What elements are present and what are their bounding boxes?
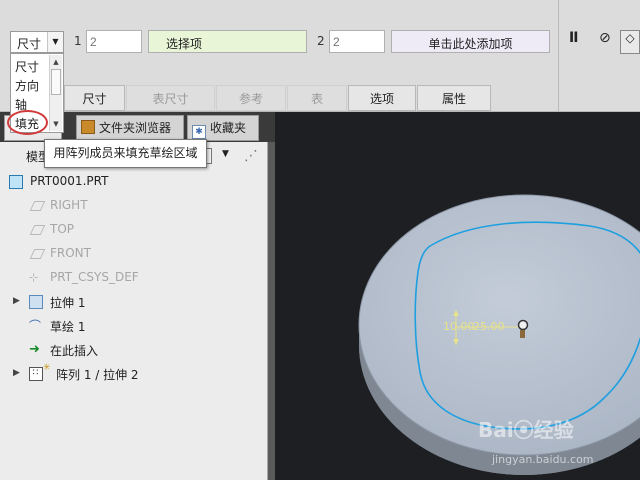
dropdown-scrollbar[interactable]: ▲ ▼ xyxy=(49,55,62,131)
tree-item-label: 拉伸 1 xyxy=(50,296,86,310)
pause-icon[interactable]: II xyxy=(569,30,578,46)
tree-settings-icon[interactable]: ⋰ xyxy=(244,148,264,166)
tree-item-front[interactable]: FRONT xyxy=(0,243,268,265)
scroll-down-icon[interactable]: ▼ xyxy=(50,118,62,130)
fill-option-tooltip: 用阵列成员来填充草绘区域 xyxy=(44,139,207,168)
pattern-type-value: 尺寸 xyxy=(17,37,42,51)
sketch-icon: ⌒ xyxy=(29,319,42,333)
dir1-count-input[interactable] xyxy=(86,30,142,53)
tree-item-csys[interactable]: ⊹ PRT_CSYS_DEF xyxy=(0,267,268,289)
csys-icon: ⊹ xyxy=(29,271,39,284)
pattern-dashboard: 尺寸 ▼ 1 选择项 2 单击此处添加项 II ⊘ ◇ 尺寸 表尺寸 参考 表 … xyxy=(0,0,640,112)
option-direction[interactable]: 方向 xyxy=(15,77,39,94)
new-item-marker-icon: ✳ xyxy=(43,363,51,373)
tab-table-dimensions[interactable]: 表尺寸 xyxy=(126,85,215,111)
scrollbar-thumb[interactable] xyxy=(51,69,61,95)
tree-item-sketch-1[interactable]: ⌒ 草绘 1 xyxy=(0,315,268,337)
tab-favorites[interactable]: ✱ 收藏夹 xyxy=(187,115,259,141)
chevron-down-icon[interactable]: ▼ xyxy=(222,149,229,159)
dir1-number: 1 xyxy=(74,34,82,48)
scroll-up-icon[interactable]: ▲ xyxy=(50,56,62,68)
expand-icon[interactable]: ▶ xyxy=(13,296,20,306)
tree-item-label: RIGHT xyxy=(50,198,88,212)
tree-item-insert-here[interactable]: ➜ 在此插入 xyxy=(0,339,268,361)
tree-item-part[interactable]: PRT0001.PRT xyxy=(0,171,268,193)
dir2-count-input[interactable] xyxy=(329,30,385,53)
tree-item-label: 草绘 1 xyxy=(50,320,86,334)
graphics-window[interactable]: 10.00 25.00 xyxy=(275,112,640,480)
insert-here-icon: ➜ xyxy=(29,342,40,357)
tree-item-right[interactable]: RIGHT xyxy=(0,195,268,217)
watermark-url: jingyan.baidu.com xyxy=(492,453,594,466)
tree-item-top[interactable]: TOP xyxy=(0,219,268,241)
tab-folder-browser[interactable]: 文件夹浏览器 xyxy=(76,115,184,141)
folder-icon xyxy=(81,120,95,134)
tab-favorites-label: 收藏夹 xyxy=(210,121,247,135)
tree-item-label: TOP xyxy=(50,222,75,236)
tree-item-label: PRT_CSYS_DEF xyxy=(50,270,139,284)
pattern-icon: ∷ xyxy=(29,367,43,381)
tree-item-label: PRT0001.PRT xyxy=(30,174,109,188)
divider xyxy=(558,0,559,112)
preview-icon[interactable]: ◇ xyxy=(620,30,640,54)
dir2-number: 2 xyxy=(317,34,325,48)
tab-properties[interactable]: 属性 xyxy=(417,85,491,111)
anchor-marker xyxy=(520,330,525,338)
tab-references[interactable]: 参考 xyxy=(216,85,286,111)
chevron-down-icon[interactable]: ▼ xyxy=(47,32,63,52)
fill-option-highlight xyxy=(7,110,48,135)
datum-plane-icon xyxy=(29,225,46,235)
dimension-spacing-label[interactable]: 10.00 xyxy=(443,320,475,333)
tab-folder-browser-label: 文件夹浏览器 xyxy=(99,121,172,135)
dir2-collector[interactable]: 单击此处添加项 xyxy=(391,30,550,53)
pattern-type-select[interactable]: 尺寸 ▼ xyxy=(10,31,64,53)
datum-plane-icon xyxy=(29,201,46,211)
tree-item-label: FRONT xyxy=(50,246,91,260)
part-icon xyxy=(9,175,23,189)
extrude-icon xyxy=(29,295,43,309)
tab-dimensions[interactable]: 尺寸 xyxy=(64,85,125,111)
watermark-logo: Bai⦿经验 xyxy=(478,418,574,442)
tree-item-label: 在此插入 xyxy=(50,344,99,358)
tab-options[interactable]: 选项 xyxy=(348,85,416,111)
option-dimension[interactable]: 尺寸 xyxy=(15,58,39,75)
dimension-distance-label[interactable]: 25.00 xyxy=(473,320,505,333)
cancel-icon[interactable]: ⊘ xyxy=(599,30,611,46)
expand-icon[interactable]: ▶ xyxy=(13,368,20,378)
model-view xyxy=(358,194,640,475)
pattern-anchor-point xyxy=(517,319,529,331)
tree-item-label: 阵列 1 / 拉伸 2 xyxy=(56,368,139,382)
tab-tables[interactable]: 表 xyxy=(287,85,347,111)
navigator-scrollbar[interactable] xyxy=(268,142,275,480)
datum-plane-icon xyxy=(29,249,46,259)
tree-item-extrude-1[interactable]: ▶ 拉伸 1 xyxy=(0,291,268,313)
tree-item-pattern-1[interactable]: ▶ ∷ ✳ 阵列 1 / 拉伸 2 xyxy=(0,363,268,385)
favorites-icon: ✱ xyxy=(192,125,206,139)
dir1-collector[interactable]: 选择项 xyxy=(148,30,307,53)
